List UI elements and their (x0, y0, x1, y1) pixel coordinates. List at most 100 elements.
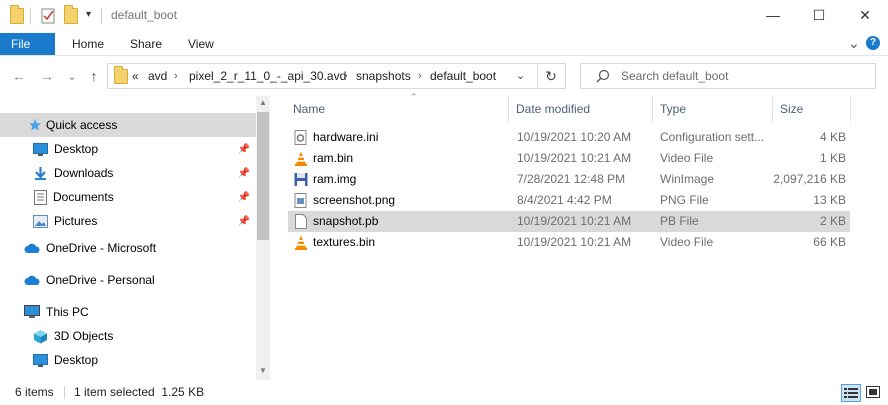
column-divider[interactable] (772, 96, 773, 122)
large-icons-view-button[interactable] (864, 384, 882, 400)
breadcrumb-pixel-avd[interactable]: pixel_2_r_11_0_-_api_30.avd (189, 64, 346, 88)
tab-share[interactable]: Share (118, 33, 174, 55)
close-button[interactable]: ✕ (842, 0, 888, 30)
nav-item-desktop-pc[interactable]: Desktop (0, 348, 256, 372)
recent-locations-button[interactable]: ⌄ (62, 66, 82, 86)
ribbon-tabs: File Home Share View ⌄ ? (0, 33, 888, 56)
file-type: PNG File (660, 193, 709, 207)
breadcrumb-avd[interactable]: avd (148, 64, 167, 88)
back-button[interactable]: ← (9, 66, 29, 86)
file-row-selected[interactable]: snapshot.pb 10/19/2021 10:21 AM PB File … (288, 211, 850, 232)
nav-item-label: Downloads (54, 166, 114, 180)
column-divider[interactable] (850, 96, 851, 122)
nav-scrollbar-thumb[interactable] (257, 112, 269, 240)
cube-icon (34, 329, 47, 343)
file-row[interactable]: textures.bin 10/19/2021 10:21 AM Video F… (288, 232, 850, 253)
file-name: hardware.ini (313, 130, 379, 144)
scroll-down-icon[interactable]: ▼ (259, 366, 267, 375)
divider (30, 8, 31, 24)
file-name: snapshot.pb (313, 214, 379, 228)
item-count: 6 items (15, 385, 54, 399)
computer-icon (24, 305, 40, 318)
help-icon[interactable]: ? (866, 36, 880, 50)
desktop-icon (33, 353, 48, 367)
file-date: 10/19/2021 10:20 AM (517, 130, 632, 144)
file-date: 10/19/2021 10:21 AM (517, 151, 632, 165)
nav-item-desktop[interactable]: Desktop 📌 (0, 137, 256, 161)
nav-item-onedrive-microsoft[interactable]: OneDrive - Microsoft (0, 236, 256, 260)
file-name: ram.bin (313, 151, 354, 165)
breadcrumb-snapshots[interactable]: snapshots (356, 64, 411, 88)
column-header-name[interactable]: Name (293, 96, 325, 122)
search-icon (596, 69, 610, 83)
nav-item-label: Pictures (54, 214, 98, 228)
cloud-icon (24, 243, 40, 253)
file-date: 7/28/2021 12:48 PM (517, 172, 626, 186)
chevron-right-icon: › (418, 70, 422, 82)
breadcrumb-overflow[interactable]: « (132, 64, 139, 88)
minimize-button[interactable]: — (750, 0, 796, 30)
file-size: 13 KB (813, 193, 846, 207)
pin-icon[interactable]: 📌 (238, 144, 250, 155)
navigation-bar: ← → ⌄ ↑ « avd › pixel_2_r_11_0_-_api_30.… (0, 56, 888, 96)
column-divider[interactable] (508, 96, 509, 122)
nav-item-pictures[interactable]: Pictures 📌 (0, 209, 256, 233)
file-row[interactable]: hardware.ini 10/19/2021 10:20 AM Configu… (288, 127, 850, 148)
status-bar: 6 items 1 item selected 1.25 KB (0, 380, 888, 405)
floppy-disk-icon (294, 173, 308, 186)
search-box[interactable]: Search default_boot (580, 63, 876, 89)
forward-button[interactable]: → (37, 66, 57, 86)
tab-home[interactable]: Home (60, 33, 116, 55)
vlc-cone-icon (295, 235, 307, 250)
chevron-right-icon: › (174, 70, 178, 82)
config-file-icon (294, 130, 307, 145)
file-type: PB File (660, 214, 699, 228)
scroll-up-icon[interactable]: ▲ (259, 98, 267, 107)
file-name: ram.img (313, 172, 357, 186)
file-row[interactable]: ram.bin 10/19/2021 10:21 AM Video File 1… (288, 148, 850, 169)
customize-quick-access-icon[interactable]: ▾ (86, 9, 91, 20)
file-type: Video File (660, 235, 714, 249)
download-icon (35, 167, 46, 180)
search-input[interactable]: Search default_boot (621, 64, 728, 88)
pin-icon[interactable]: 📌 (238, 192, 250, 203)
nav-item-quick-access[interactable]: Quick access (0, 113, 256, 137)
pin-icon[interactable]: 📌 (238, 216, 250, 227)
nav-item-downloads[interactable]: Downloads 📌 (0, 161, 256, 185)
column-header-date[interactable]: Date modified (516, 96, 590, 122)
column-header-size[interactable]: Size (780, 96, 803, 122)
file-size: 66 KB (813, 235, 846, 249)
file-row[interactable]: screenshot.png 8/4/2021 4:42 PM PNG File… (288, 190, 850, 211)
nav-item-3d-objects[interactable]: 3D Objects (0, 324, 256, 348)
desktop-icon (33, 142, 48, 156)
file-date: 8/4/2021 4:42 PM (517, 193, 612, 207)
maximize-button[interactable]: ☐ (796, 0, 842, 30)
pictures-icon (33, 214, 48, 228)
up-button[interactable]: ↑ (84, 66, 104, 86)
details-view-button[interactable] (841, 384, 861, 402)
refresh-button[interactable]: ↻ (537, 63, 566, 89)
tab-view[interactable]: View (176, 33, 226, 55)
star-icon (29, 119, 41, 131)
address-bar[interactable]: « avd › pixel_2_r_11_0_-_api_30.avd › sn… (107, 63, 538, 89)
file-name: textures.bin (313, 235, 376, 249)
title-bar: ▾ default_boot — ☐ ✕ (0, 0, 888, 33)
nav-item-onedrive-personal[interactable]: OneDrive - Personal (0, 268, 256, 292)
tab-file[interactable]: File (0, 33, 55, 55)
breadcrumb-default-boot[interactable]: default_boot (430, 64, 496, 88)
nav-item-label: Desktop (54, 353, 99, 367)
large-icons-view-icon (866, 386, 880, 398)
file-row[interactable]: ram.img 7/28/2021 12:48 PM WinImage 2,09… (288, 169, 850, 190)
nav-item-documents[interactable]: Documents 📌 (0, 185, 256, 209)
column-divider[interactable] (652, 96, 653, 122)
pin-icon[interactable]: 📌 (238, 168, 250, 179)
selection-info: 1 item selected 1.25 KB (74, 385, 205, 399)
new-folder-icon[interactable] (64, 5, 78, 26)
nav-item-this-pc[interactable]: This PC (0, 300, 256, 324)
expand-ribbon-icon[interactable]: ⌄ (848, 35, 860, 52)
properties-icon[interactable] (40, 6, 56, 26)
column-header-type[interactable]: Type (660, 96, 686, 122)
address-dropdown-icon[interactable]: ⌄ (516, 64, 525, 88)
details-view-icon (844, 388, 858, 398)
cloud-icon (24, 275, 40, 285)
